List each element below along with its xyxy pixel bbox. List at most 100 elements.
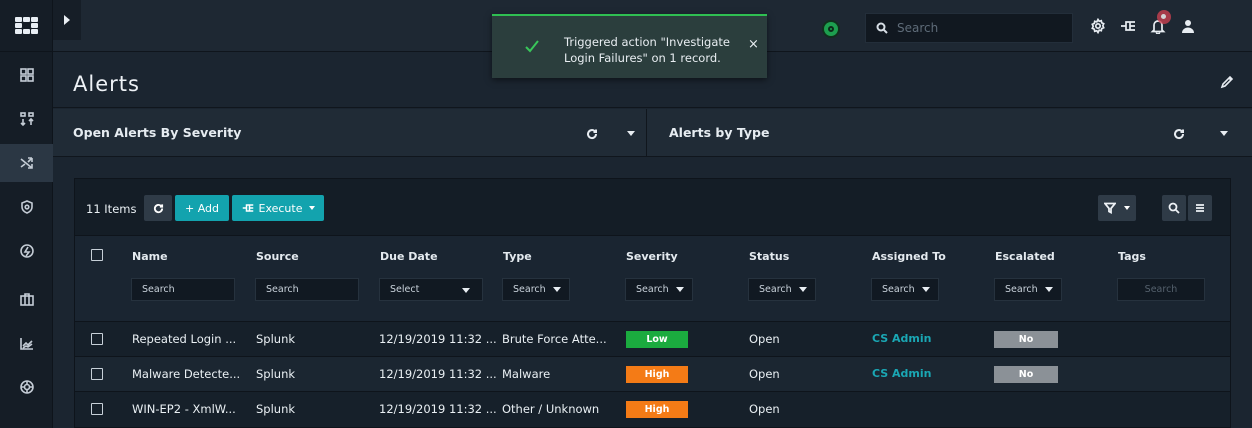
cell-name[interactable]: Repeated Login ... xyxy=(132,332,236,346)
search-icon xyxy=(1168,202,1180,214)
cell-source: Splunk xyxy=(256,332,296,346)
queue-icon[interactable] xyxy=(0,100,53,138)
cell-due-date: 12/19/2019 11:32 ... xyxy=(379,332,497,346)
column-header-assigned-to[interactable]: Assigned To xyxy=(872,250,946,263)
filter-escalated[interactable]: Search xyxy=(994,278,1062,301)
app-root: Triggered action "Investigate Login Fail… xyxy=(0,0,1252,428)
edit-pencil-icon[interactable] xyxy=(1220,74,1234,89)
severity-badge: High xyxy=(626,401,688,418)
status-indicator-icon[interactable] xyxy=(824,22,838,36)
page-title: Alerts xyxy=(73,72,140,96)
expand-sidebar-button[interactable] xyxy=(53,0,81,40)
chevron-down-icon xyxy=(921,287,930,292)
widget-title: Alerts by Type xyxy=(669,125,770,140)
chevron-down-icon xyxy=(462,288,470,293)
notifications-bell-icon[interactable] xyxy=(1149,10,1171,35)
cell-due-date: 12/19/2019 11:32 ... xyxy=(379,402,497,416)
toast-message: Triggered action "Investigate Login Fail… xyxy=(564,35,730,65)
column-header-tags[interactable]: Tags xyxy=(1118,250,1146,263)
cell-assigned-to[interactable]: CS Admin xyxy=(872,332,931,345)
table-row[interactable]: WIN-EP2 - XmlW... Splunk 12/19/2019 11:3… xyxy=(75,391,1230,426)
filter-source[interactable]: Search xyxy=(255,278,359,301)
select-all-checkbox[interactable] xyxy=(91,249,103,261)
column-header-type[interactable]: Type xyxy=(503,250,532,263)
checkmark-icon xyxy=(524,38,540,54)
severity-badge: Low xyxy=(626,331,688,348)
shield-icon[interactable] xyxy=(0,188,53,226)
widget-alerts-by-type: Alerts by Type xyxy=(647,109,1252,157)
success-toast: Triggered action "Investigate Login Fail… xyxy=(492,14,767,78)
filter-button[interactable] xyxy=(1098,195,1136,221)
chevron-down-icon xyxy=(308,206,315,210)
left-rail xyxy=(0,0,53,428)
column-header-name[interactable]: Name xyxy=(132,250,168,263)
table-row[interactable]: Malware Detecte... Splunk 12/19/2019 11:… xyxy=(75,356,1230,391)
row-checkbox[interactable] xyxy=(91,403,103,415)
workflow-icon xyxy=(242,204,253,212)
global-search[interactable] xyxy=(865,13,1073,43)
table-row[interactable]: Repeated Login ... Splunk 12/19/2019 11:… xyxy=(75,321,1230,356)
workflow-icon[interactable] xyxy=(1119,17,1137,35)
cell-type: Other / Unknown xyxy=(502,402,600,416)
column-menu-button[interactable] xyxy=(1188,195,1212,221)
chevron-down-icon xyxy=(675,287,684,292)
escalated-badge: No xyxy=(994,366,1058,383)
cell-type: Brute Force Atte... xyxy=(502,332,607,346)
user-avatar-icon[interactable] xyxy=(1179,17,1197,35)
global-search-input[interactable] xyxy=(897,21,1067,35)
column-header-status[interactable]: Status xyxy=(749,250,789,263)
row-checkbox[interactable] xyxy=(91,333,103,345)
chevron-down-icon[interactable] xyxy=(1220,131,1228,136)
filter-type[interactable]: Search xyxy=(502,278,570,301)
cell-status: Open xyxy=(749,332,780,346)
column-header-severity[interactable]: Severity xyxy=(626,250,678,263)
refresh-icon[interactable] xyxy=(1173,125,1187,140)
refresh-button[interactable] xyxy=(144,195,172,221)
filter-due-date[interactable]: Select xyxy=(379,278,483,301)
menu-icon xyxy=(1196,204,1204,212)
widget-alerts-by-severity: Open Alerts By Severity xyxy=(53,109,647,157)
search-button[interactable] xyxy=(1162,195,1186,221)
caret-right-icon xyxy=(64,15,70,25)
bolt-icon[interactable] xyxy=(0,232,53,270)
shuffle-icon[interactable] xyxy=(0,144,53,182)
filter-assigned-to[interactable]: Search xyxy=(871,278,939,301)
close-icon[interactable]: × xyxy=(748,37,759,52)
chevron-down-icon xyxy=(552,287,561,292)
cell-status: Open xyxy=(749,367,780,381)
cell-assigned-to[interactable]: CS Admin xyxy=(872,367,931,380)
row-checkbox[interactable] xyxy=(91,368,103,380)
cell-status: Open xyxy=(749,402,780,416)
filter-icon xyxy=(1104,202,1116,214)
add-button[interactable]: + Add xyxy=(175,195,229,221)
chevron-down-icon xyxy=(1044,287,1053,292)
notification-badge xyxy=(1157,10,1171,24)
execute-label: Execute xyxy=(258,201,303,215)
cell-due-date: 12/19/2019 11:32 ... xyxy=(379,367,497,381)
chevron-down-icon xyxy=(1124,206,1130,210)
column-header-source[interactable]: Source xyxy=(256,250,299,263)
column-header-due-date[interactable]: Due Date xyxy=(380,250,438,263)
chevron-down-icon[interactable] xyxy=(627,131,635,136)
chart-icon[interactable] xyxy=(0,324,53,362)
cell-name[interactable]: WIN-EP2 - XmlW... xyxy=(132,402,236,416)
settings-gear-icon[interactable] xyxy=(1089,17,1107,35)
settings-wheel-icon[interactable] xyxy=(0,368,53,406)
filter-name[interactable]: Search xyxy=(131,278,235,301)
column-header-escalated[interactable]: Escalated xyxy=(995,250,1055,263)
filter-status[interactable]: Search xyxy=(748,278,816,301)
execute-button[interactable]: Execute xyxy=(232,195,324,221)
widgets-row: Open Alerts By Severity Alerts by Type xyxy=(53,109,1252,157)
items-count: 11 Items xyxy=(86,202,137,216)
briefcase-icon[interactable] xyxy=(0,280,53,318)
chevron-down-icon xyxy=(798,287,807,292)
dashboard-icon[interactable] xyxy=(0,56,53,94)
cell-source: Splunk xyxy=(256,367,296,381)
cell-name[interactable]: Malware Detecte... xyxy=(132,367,240,381)
filter-tags[interactable]: Search xyxy=(1117,278,1205,301)
filter-severity[interactable]: Search xyxy=(625,278,693,301)
brand-logo[interactable] xyxy=(0,0,53,52)
refresh-icon[interactable] xyxy=(586,125,600,140)
search-icon xyxy=(876,22,888,34)
cell-type: Malware xyxy=(502,367,551,381)
